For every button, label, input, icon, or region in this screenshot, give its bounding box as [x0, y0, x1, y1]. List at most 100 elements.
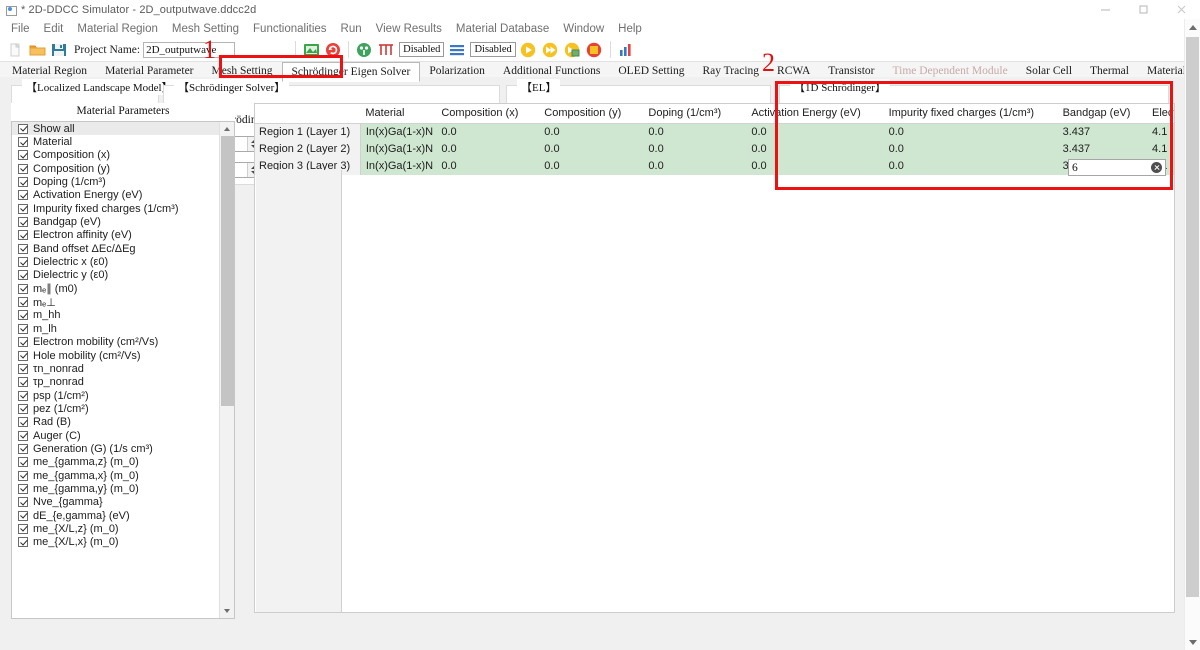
scrollbar-thumb[interactable]: [221, 136, 234, 406]
open-folder-icon[interactable]: [27, 40, 47, 60]
close-button[interactable]: [1162, 0, 1200, 19]
menu-item-material-region[interactable]: Material Region: [70, 22, 165, 36]
tab-schrodinger-eigen-solver[interactable]: Schrödinger Eigen Solver: [281, 62, 421, 82]
maximize-button[interactable]: [1124, 0, 1162, 19]
list-item[interactable]: τn_nonrad: [12, 362, 220, 375]
checkbox-box-icon[interactable]: [18, 257, 28, 268]
checkbox-box-icon[interactable]: [18, 337, 28, 348]
list-item[interactable]: Electron affinity (eV): [12, 229, 220, 242]
cell-material[interactable]: In(x)Ga(1-x)N: [360, 123, 437, 141]
save-icon[interactable]: [49, 40, 69, 60]
table-row[interactable]: Region 3 (Layer 3) In(x)Ga(1-x)N 0.0 0.0…: [255, 158, 1174, 175]
scroll-up-icon[interactable]: [220, 122, 234, 136]
list-item[interactable]: me_{gamma,y} (m_0): [12, 482, 220, 495]
checkbox-box-icon[interactable]: [18, 390, 28, 401]
list-item[interactable]: Rad (B): [12, 416, 220, 429]
column-header-bandgap[interactable]: Bandgap (eV): [1057, 104, 1148, 124]
menu-item-functionalities[interactable]: Functionalities: [246, 22, 334, 36]
list-item[interactable]: Generation (G) (1/s cm³): [12, 442, 220, 455]
checkbox-box-icon[interactable]: [18, 377, 28, 388]
checkbox-box-icon[interactable]: [18, 163, 28, 174]
parameters-list-scrollbar[interactable]: [219, 122, 234, 618]
material-parameters-list[interactable]: Show all Material Composition (x) Compos…: [11, 121, 235, 619]
list-item[interactable]: me_{X/L,z} (m_0): [12, 522, 220, 535]
grid-icon[interactable]: [376, 40, 396, 60]
cell-doping[interactable]: 0.0: [643, 158, 747, 175]
cell-composition-y[interactable]: 0.0: [539, 158, 644, 175]
column-header-composition-x[interactable]: Composition (x): [436, 104, 540, 124]
chart-icon[interactable]: [616, 40, 636, 60]
list-item[interactable]: Dielectric y (ε0): [12, 269, 220, 282]
cell-composition-y[interactable]: 0.0: [539, 123, 644, 141]
project-name-input[interactable]: 2D_outputwave: [143, 41, 236, 58]
list-item[interactable]: Doping (1/cm³): [12, 175, 220, 188]
list-item[interactable]: pez (1/cm²): [12, 402, 220, 415]
checkbox-box-icon[interactable]: [18, 510, 28, 521]
cell-composition-x[interactable]: 0.0: [436, 123, 540, 141]
list-item[interactable]: psp (1/cm²): [12, 389, 220, 402]
checkbox-box-icon[interactable]: [18, 177, 28, 188]
column-header-doping[interactable]: Doping (1/cm³): [643, 104, 747, 124]
cell-impurity-charges[interactable]: 0.0: [883, 123, 1058, 141]
checkbox-box-icon[interactable]: [18, 270, 28, 281]
checkbox-box-icon[interactable]: [18, 443, 28, 454]
column-header-electron-affinity[interactable]: Electron affinity (eV): [1147, 104, 1174, 124]
cell-impurity-charges[interactable]: 0.0: [883, 141, 1058, 158]
scroll-up-icon[interactable]: [1185, 19, 1200, 35]
cell-activation-energy[interactable]: 0.0: [746, 141, 884, 158]
new-file-icon[interactable]: [5, 40, 25, 60]
toolbar-disabled-label-1[interactable]: Disabled: [399, 42, 445, 57]
cell-activation-energy[interactable]: 0.0: [746, 158, 884, 175]
material-parameters-table[interactable]: Material Composition (x) Composition (y)…: [254, 103, 1175, 613]
list-item[interactable]: Composition (y): [12, 162, 220, 175]
list-item[interactable]: me_{gamma,z} (m_0): [12, 456, 220, 469]
cell-bandgap[interactable]: 3.437: [1057, 123, 1148, 141]
layers-icon[interactable]: [447, 40, 467, 60]
list-item[interactable]: Electron mobility (cm²/Vs): [12, 336, 220, 349]
run-all-icon[interactable]: [541, 40, 561, 60]
table-row[interactable]: Region 1 (Layer 1) In(x)Ga(1-x)N 0.0 0.0…: [255, 123, 1174, 141]
list-item[interactable]: me_{X/L,x} (m_0): [12, 536, 220, 549]
list-item[interactable]: m_hh: [12, 309, 220, 322]
cell-bandgap[interactable]: 3.437: [1057, 141, 1148, 158]
list-item[interactable]: Composition (x): [12, 149, 220, 162]
stop-icon[interactable]: [585, 40, 605, 60]
column-header-activation-energy[interactable]: Activation Energy (eV): [746, 104, 884, 124]
checkbox-box-icon[interactable]: [18, 483, 28, 494]
checkbox-box-icon[interactable]: [18, 497, 28, 508]
menu-item-file[interactable]: File: [4, 22, 37, 36]
checkbox-box-icon[interactable]: [18, 243, 28, 254]
cell-activation-energy[interactable]: 0.0: [746, 123, 884, 141]
cell-doping[interactable]: 0.0: [643, 123, 747, 141]
column-header-composition-y[interactable]: Composition (y): [539, 104, 644, 124]
list-item[interactable]: me_{gamma,x} (m_0): [12, 469, 220, 482]
list-item[interactable]: Activation Energy (eV): [12, 189, 220, 202]
run-icon[interactable]: [519, 40, 539, 60]
list-item[interactable]: mₑ⊥: [12, 295, 220, 309]
checkbox-box-icon[interactable]: [18, 523, 28, 534]
active-range-top-input[interactable]: 6: [1068, 159, 1166, 176]
column-header-material[interactable]: Material: [360, 104, 437, 124]
checkbox-box-icon[interactable]: [18, 230, 28, 241]
column-header-blank[interactable]: [255, 104, 361, 124]
checkbox-box-icon[interactable]: [18, 350, 28, 361]
minimize-button[interactable]: [1086, 0, 1124, 19]
list-item[interactable]: τp_nonrad: [12, 376, 220, 389]
menu-item-material-database[interactable]: Material Database: [449, 22, 556, 36]
list-item[interactable]: Nve_{gamma}: [12, 496, 220, 509]
checkbox-box-icon[interactable]: [18, 190, 28, 201]
checkbox-box-icon[interactable]: [18, 430, 28, 441]
scroll-down-icon[interactable]: [220, 604, 234, 618]
list-item[interactable]: Bandgap (eV): [12, 215, 220, 228]
checkbox-box-icon[interactable]: [18, 137, 28, 148]
table-row[interactable]: Region 2 (Layer 2) In(x)Ga(1-x)N 0.0 0.0…: [255, 141, 1174, 158]
list-item[interactable]: mₑ∥ (m0): [12, 282, 220, 295]
checkbox-box-icon[interactable]: [18, 457, 28, 468]
checkbox-box-icon[interactable]: [18, 123, 28, 134]
list-item[interactable]: Dielectric x (ε0): [12, 255, 220, 268]
column-header-impurity-charges[interactable]: Impurity fixed charges (1/cm³): [883, 104, 1058, 124]
menu-item-mesh-setting[interactable]: Mesh Setting: [165, 22, 246, 36]
checkbox-box-icon[interactable]: [18, 323, 28, 334]
cell-material[interactable]: In(x)Ga(1-x)N: [360, 158, 437, 175]
checkbox-box-icon[interactable]: [18, 203, 28, 214]
